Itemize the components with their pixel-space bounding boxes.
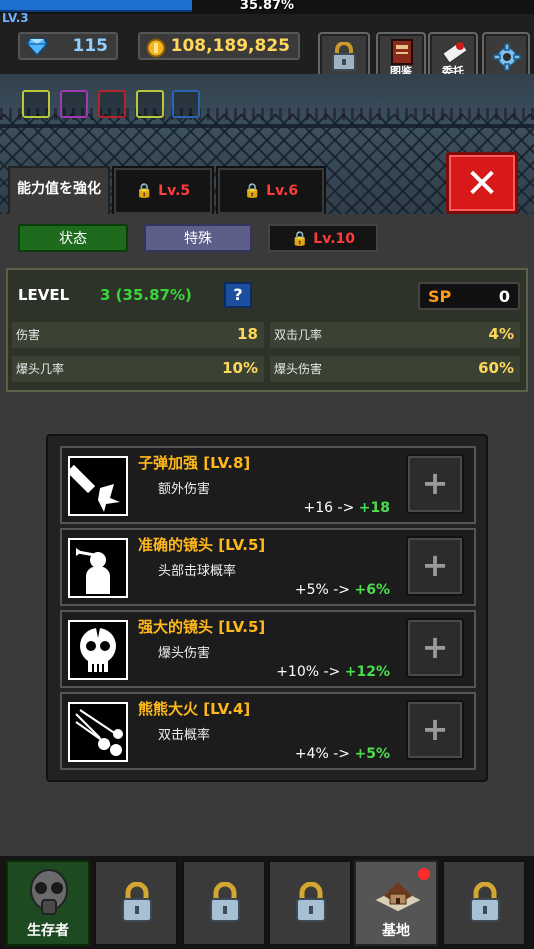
subtab-locked-lv10[interactable]: 🔒 Lv.10 (268, 224, 378, 252)
skill-row: 强大的镜头 [LV.5] 爆头伤害 +10% -> +12% + (60, 610, 476, 688)
stat-value: 18 (237, 325, 258, 343)
nav-survivor[interactable]: 生存者 (6, 860, 90, 946)
diamond-icon (26, 38, 48, 63)
tab-locked-lv6[interactable]: 🔒 Lv.6 (218, 168, 324, 214)
nav-survivor-label: 生存者 (27, 923, 69, 939)
stat-label: 爆头几率 (16, 362, 65, 376)
nav-locked-slot[interactable] (182, 860, 266, 946)
level-label: LEVEL (18, 286, 70, 304)
double-shot-icon (68, 702, 128, 762)
skill-name: 子弹加强 [LV.8] (138, 454, 251, 472)
padlock-icon (468, 881, 502, 928)
weapon-slot-icon (60, 90, 88, 118)
stat-row: 爆头几率 10% (12, 356, 264, 382)
tab-stat-upgrade[interactable]: 能力值を強化 (8, 166, 110, 216)
padlock-icon: 🔒 (243, 183, 262, 199)
subtab-special[interactable]: 特殊 (144, 224, 252, 252)
stat-label: 爆头伤害 (274, 362, 323, 376)
weapon-slot-icon (136, 90, 164, 118)
padlock-icon: 🔒 (290, 231, 309, 247)
coin-icon (146, 38, 166, 65)
skill-name: 强大的镜头 [LV.5] (138, 618, 266, 636)
padlock-icon: 🔒 (135, 183, 154, 199)
top-bar: LV.3 115 108,189,825 图鉴 委托 (0, 11, 534, 82)
house-icon (370, 870, 426, 922)
notification-dot (418, 868, 430, 880)
skill-desc: 头部击球概率 (158, 564, 237, 579)
stat-value: 10% (222, 359, 258, 377)
stat-row: 伤害 18 (12, 322, 264, 348)
content-panel: LEVEL 3 (35.87%) ? SP 0 伤害 18 双击几率 4% 爆头… (0, 262, 534, 856)
tab-locked-level: Lv.6 (266, 183, 299, 199)
skill-name: 准确的镜头 [LV.5] (138, 536, 266, 554)
skill-change: +16 -> +18 (303, 500, 390, 516)
level-value: 3 (35.87%) (100, 286, 192, 304)
skill-row: 子弹加强 [LV.8] 额外伤害 +16 -> +18 + (60, 446, 476, 524)
subtab-status[interactable]: 状态 (18, 224, 128, 252)
skill-row: 熊熊大火 [LV.4] 双击概率 +4% -> +5% + (60, 692, 476, 770)
tab-locked-level: Lv.5 (158, 183, 191, 199)
tab-locked-lv5[interactable]: 🔒 Lv.5 (114, 168, 212, 214)
headshot-target-icon (68, 538, 128, 598)
nav-base[interactable]: 基地 (354, 860, 438, 946)
xp-percent: 35.87% (239, 0, 295, 13)
sp-value: 0 (498, 287, 510, 306)
skill-desc: 爆头伤害 (158, 646, 211, 661)
gold-counter[interactable]: 108,189,825 (138, 32, 300, 60)
padlock-icon (120, 881, 154, 928)
skill-desc: 额外伤害 (158, 482, 211, 497)
upgrade-button[interactable]: + (406, 618, 464, 678)
stat-value: 4% (488, 325, 514, 343)
gear-icon (493, 43, 521, 75)
stats-panel: LEVEL 3 (35.87%) ? SP 0 伤害 18 双击几率 4% 爆头… (6, 268, 528, 392)
skill-list: 子弹加强 [LV.8] 额外伤害 +16 -> +18 + 准确的镜头 [LV.… (46, 434, 488, 782)
gas-mask-icon (26, 868, 72, 924)
nav-locked-slot[interactable] (94, 860, 178, 946)
close-icon: ✕ (465, 161, 499, 207)
close-button[interactable]: ✕ (446, 152, 518, 214)
stat-row: 双击几率 4% (270, 322, 520, 348)
skull-icon (68, 620, 128, 680)
stat-value: 60% (478, 359, 514, 377)
skill-change: +4% -> +5% (294, 746, 390, 762)
weapon-slot-icon (172, 90, 200, 118)
padlock-icon (331, 41, 357, 76)
gem-count: 115 (72, 36, 109, 56)
upgrade-button[interactable]: + (406, 536, 464, 596)
subtab-bar: 状态 特殊 🔒 Lv.10 (0, 214, 534, 262)
padlock-icon (294, 881, 328, 928)
gold-count: 108,189,825 (170, 36, 290, 56)
skill-desc: 双击概率 (158, 728, 211, 743)
skill-change: +10% -> +12% (276, 664, 390, 680)
sp-label: SP (428, 287, 452, 306)
gem-counter[interactable]: 115 (18, 32, 118, 60)
xp-bar: 35.87% (0, 0, 534, 14)
nav-locked-slot[interactable] (268, 860, 352, 946)
upgrade-button[interactable]: + (406, 454, 464, 514)
skill-points: SP 0 (418, 282, 520, 310)
skill-change: +5% -> +6% (294, 582, 390, 598)
stat-label: 伤害 (16, 328, 41, 342)
padlock-icon (208, 881, 242, 928)
weapon-slot-icon (98, 90, 126, 118)
upgrade-button[interactable]: + (406, 700, 464, 760)
plus-icon: + (421, 628, 449, 666)
skill-name: 熊熊大火 [LV.4] (138, 700, 251, 718)
skill-row: 准确的镜头 [LV.5] 头部击球概率 +5% -> +6% + (60, 528, 476, 606)
nav-base-label: 基地 (382, 923, 410, 939)
stat-label: 双击几率 (274, 328, 323, 342)
nav-locked-slot[interactable] (442, 860, 526, 946)
subtab-locked-level: Lv.10 (313, 231, 356, 247)
plus-icon: + (421, 464, 449, 502)
plus-icon: + (421, 546, 449, 584)
plus-icon: + (421, 710, 449, 748)
stat-row: 爆头伤害 60% (270, 356, 520, 382)
player-level: LV.3 (2, 11, 29, 25)
weapon-slot-icon (22, 90, 50, 118)
bullet-icon (66, 456, 128, 516)
help-button[interactable]: ? (224, 282, 252, 308)
